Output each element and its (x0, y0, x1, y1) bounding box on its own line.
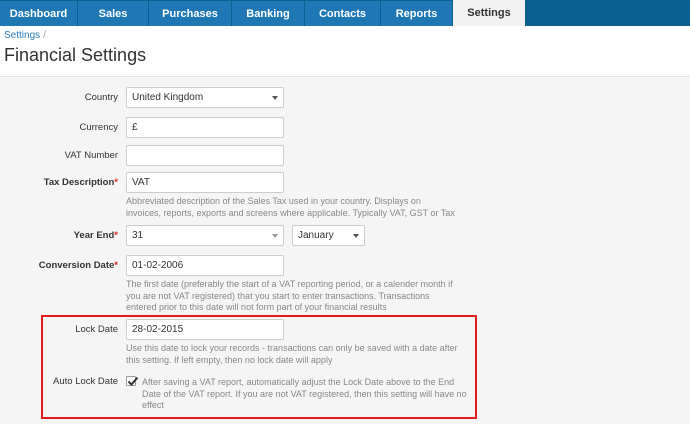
required-mark: * (114, 177, 118, 188)
help-line: After saving a VAT report, automatically… (142, 377, 455, 387)
required-mark: * (114, 230, 118, 241)
tab-banking[interactable]: Banking (232, 1, 304, 26)
tab-settings[interactable]: Settings (453, 0, 525, 26)
top-navigation: Dashboard Sales Purchases Banking Contac… (0, 0, 690, 26)
checkmark-icon (127, 376, 139, 386)
chevron-down-icon (353, 234, 359, 238)
lock-date-field[interactable]: 28-02-2015 (126, 319, 284, 340)
help-line: The first date (preferably the start of … (126, 279, 453, 289)
help-line: Abbreviated description of the Sales Tax… (126, 196, 421, 206)
help-line: invoices, reports, exports and screens w… (126, 207, 455, 218)
auto-lock-date-help: After saving a VAT report, automatically… (142, 377, 472, 412)
help-line: this setting. If left empty, then no loc… (126, 354, 333, 365)
conversion-date-help: The first date (preferably the start of … (126, 279, 486, 314)
year-end-day-value: 31 (132, 230, 144, 241)
help-line: Use this date to lock your records - tra… (126, 343, 458, 353)
conversion-date-field[interactable]: 01-02-2006 (126, 255, 284, 276)
year-end-month-value: January (298, 230, 334, 241)
country-select[interactable]: United Kingdom (126, 87, 284, 108)
year-end-day-select[interactable]: 31 (126, 225, 284, 246)
required-mark: * (114, 260, 118, 271)
tab-purchases[interactable]: Purchases (149, 1, 231, 26)
tax-description-label-text: Tax Description (43, 177, 115, 188)
chevron-down-icon (272, 234, 278, 238)
currency-field[interactable]: £ (126, 117, 284, 138)
breadcrumb: Settings / (4, 30, 46, 41)
year-end-label: Year End* (8, 230, 118, 241)
tab-sales[interactable]: Sales (78, 1, 148, 26)
vat-number-label: VAT Number (64, 150, 118, 161)
country-label: Country (84, 92, 118, 103)
help-line: entered prior to this date will not form… (126, 302, 387, 312)
breadcrumb-separator: / (43, 30, 46, 41)
tax-description-field[interactable]: VAT (126, 172, 284, 193)
breadcrumb-settings-link[interactable]: Settings (4, 30, 40, 41)
tab-contacts[interactable]: Contacts (305, 1, 380, 26)
help-line: Date of the VAT report. If you are not V… (142, 388, 467, 399)
lock-date-help: Use this date to lock your records - tra… (126, 343, 471, 366)
tab-dashboard[interactable]: Dashboard (0, 1, 77, 26)
currency-label: Currency (79, 122, 118, 133)
tax-description-label: Tax Description* (8, 177, 118, 188)
help-line: you are not VAT registered) that you sta… (126, 290, 430, 301)
vat-number-field[interactable] (126, 145, 284, 166)
chevron-down-icon (272, 96, 278, 100)
page-title: Financial Settings (4, 45, 147, 65)
help-line: effect (142, 400, 164, 410)
auto-lock-date-checkbox[interactable] (126, 376, 139, 386)
auto-lock-date-label: Auto Lock Date (53, 376, 118, 387)
country-value: United Kingdom (132, 92, 204, 103)
conversion-date-label-text: Conversion Date (38, 260, 115, 271)
lock-date-label: Lock Date (75, 324, 118, 335)
tab-reports[interactable]: Reports (381, 1, 452, 26)
conversion-date-label: Conversion Date* (8, 260, 118, 271)
tax-description-help: Abbreviated description of the Sales Tax… (126, 196, 486, 219)
year-end-label-text: Year End (73, 230, 115, 241)
year-end-month-select[interactable]: January (292, 225, 365, 246)
